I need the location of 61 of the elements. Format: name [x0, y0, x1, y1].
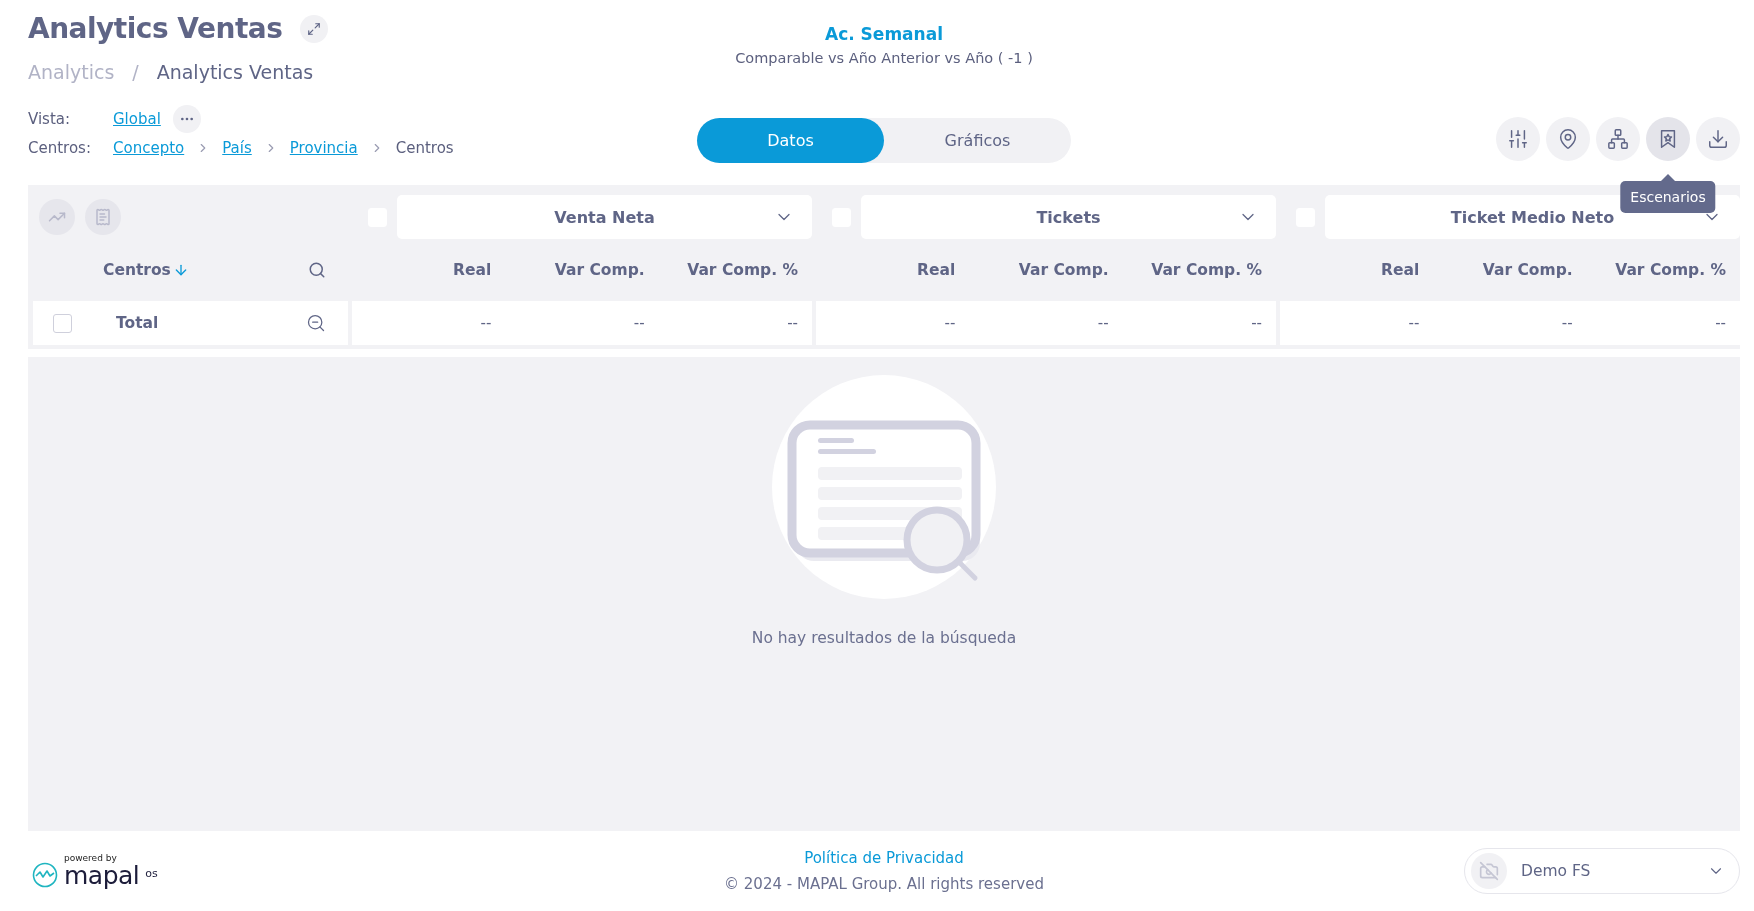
- period-title: Ac. Semanal: [825, 24, 943, 44]
- column-header[interactable]: Var Comp. %: [1122, 261, 1276, 279]
- view-tab[interactable]: Gráficos: [884, 118, 1071, 163]
- metric-select[interactable]: Tickets: [861, 195, 1276, 239]
- table-cell-text: --: [479, 314, 493, 332]
- path-link[interactable]: Concepto: [113, 139, 185, 157]
- expand-icon: [307, 21, 322, 36]
- page-title: Analytics Ventas: [28, 12, 283, 45]
- column-header[interactable]: Var Comp.: [505, 261, 659, 279]
- column-header[interactable]: Var Comp.: [969, 261, 1123, 279]
- column-header[interactable]: Centros: [103, 261, 189, 279]
- zoom-out-icon[interactable]: [306, 313, 326, 333]
- avatar-icon: [1471, 853, 1507, 889]
- breadcrumb-separator: /: [132, 61, 139, 83]
- expand-button[interactable]: [300, 14, 329, 43]
- hierarchy-icon: [1607, 128, 1629, 150]
- row-label: Total: [116, 314, 160, 332]
- toolbar-button[interactable]: [1646, 117, 1690, 161]
- breadcrumb-item[interactable]: Analytics Ventas: [156, 61, 314, 83]
- receipt-icon: [94, 208, 112, 226]
- path-link[interactable]: País: [222, 139, 252, 157]
- view-tab[interactable]: Datos: [697, 118, 884, 163]
- table-cell-text: --: [1714, 314, 1727, 332]
- toolbar-button[interactable]: [1596, 117, 1640, 161]
- table-cell-text: --: [1560, 314, 1574, 332]
- column-header[interactable]: Var Comp.: [1433, 261, 1587, 279]
- path-link[interactable]: Provincia: [289, 139, 358, 157]
- tooltip: Escenarios: [1620, 181, 1716, 213]
- empty-message: No hay resultados de la búsqueda: [751, 629, 1017, 647]
- search-icon[interactable]: [308, 261, 326, 279]
- table-cell-text: --: [1250, 314, 1263, 332]
- table-cell-text: --: [1096, 314, 1110, 332]
- toolbar-button[interactable]: [1546, 117, 1590, 161]
- table-cell-text: --: [1407, 314, 1421, 332]
- column-header[interactable]: Real: [1280, 261, 1434, 279]
- toolbar-button[interactable]: [1696, 117, 1740, 161]
- period-subtitle: Comparable vs Año Anterior vs Año ( -1 ): [735, 50, 1033, 66]
- path-current: Centros: [395, 139, 454, 157]
- download-icon: [1707, 128, 1729, 150]
- centros-label: Centros:: [28, 139, 92, 157]
- metric-select[interactable]: Venta Neta: [397, 195, 812, 239]
- account-selector[interactable]: Demo FS: [1464, 848, 1740, 894]
- row-checkbox[interactable]: [53, 313, 72, 333]
- vista-label: Vista:: [28, 110, 72, 128]
- table-cell-text: --: [786, 314, 799, 332]
- logo-icon: [32, 862, 58, 888]
- toolbar-button[interactable]: [1496, 117, 1540, 161]
- powered-by-text: powered by: [64, 854, 118, 863]
- table-cell-text: --: [943, 314, 957, 332]
- copyright-text: © 2024 - MAPAL Group. All rights reserved: [724, 875, 1044, 893]
- table-cell-text: --: [632, 314, 646, 332]
- brand-suffix: os: [145, 867, 158, 880]
- map-pin-icon: [1557, 128, 1579, 150]
- column-header[interactable]: Real: [352, 261, 506, 279]
- sliders-icon: [1507, 128, 1529, 150]
- column-header[interactable]: Real: [816, 261, 970, 279]
- brand-wordmark: mapal: [64, 863, 140, 888]
- column-header[interactable]: Var Comp. %: [1586, 261, 1740, 279]
- vista-link[interactable]: Global: [113, 110, 161, 128]
- privacy-link[interactable]: Política de Privacidad: [804, 849, 964, 867]
- column-header[interactable]: Var Comp. %: [658, 261, 812, 279]
